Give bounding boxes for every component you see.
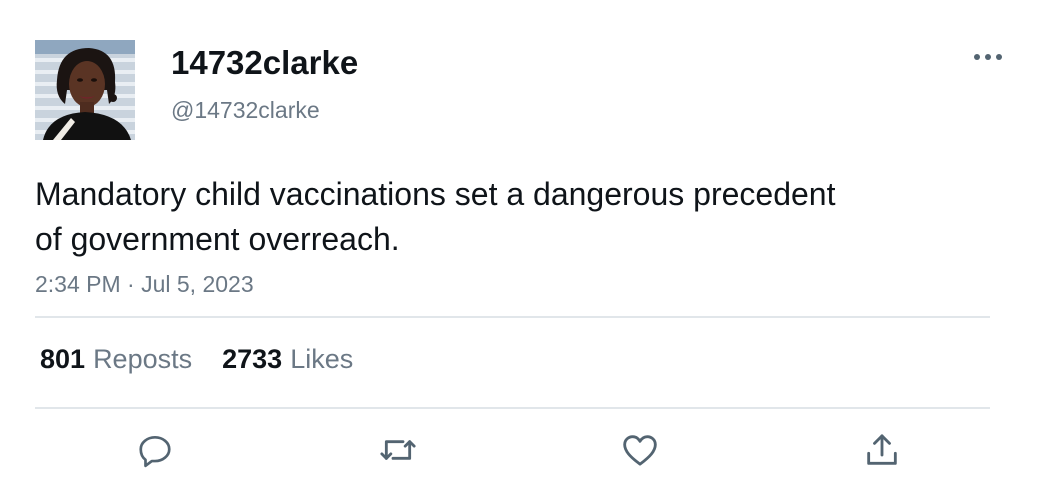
user-handle[interactable]: @14732clarke — [171, 96, 320, 124]
heart-icon — [623, 435, 657, 466]
tweet-timestamp[interactable]: 2:34 PM · Jul 5, 2023 — [35, 270, 254, 298]
tweet-card: 14732clarke @14732clarke Mandatory child… — [0, 0, 1050, 480]
repost-icon — [380, 440, 416, 460]
engagement-stats: 801 Reposts 2733 Likes — [40, 343, 353, 375]
share-icon — [867, 434, 897, 465]
reply-icon — [139, 435, 171, 468]
tweet-text: Mandatory child vaccinations set a dange… — [35, 172, 995, 262]
divider — [35, 316, 990, 318]
more-options-button[interactable] — [968, 44, 1008, 70]
like-button[interactable] — [618, 428, 662, 472]
more-horizontal-icon — [974, 54, 1002, 60]
repost-button[interactable] — [376, 428, 420, 472]
likes-count: 2733 — [222, 344, 283, 374]
reposts-count: 801 — [40, 344, 86, 374]
avatar[interactable] — [35, 40, 135, 140]
avatar-image — [35, 40, 135, 140]
divider — [35, 407, 990, 409]
tweet-text-line: Mandatory child vaccinations set a dange… — [35, 176, 836, 212]
tweet-text-line: of government overreach. — [35, 221, 400, 257]
reposts-stat[interactable]: 801 Reposts — [40, 343, 192, 375]
likes-label: Likes — [290, 344, 354, 374]
reposts-label: Reposts — [93, 344, 193, 374]
share-button[interactable] — [860, 428, 904, 472]
display-name[interactable]: 14732clarke — [171, 44, 358, 82]
reply-button[interactable] — [133, 428, 177, 472]
likes-stat[interactable]: 2733 Likes — [222, 343, 353, 375]
